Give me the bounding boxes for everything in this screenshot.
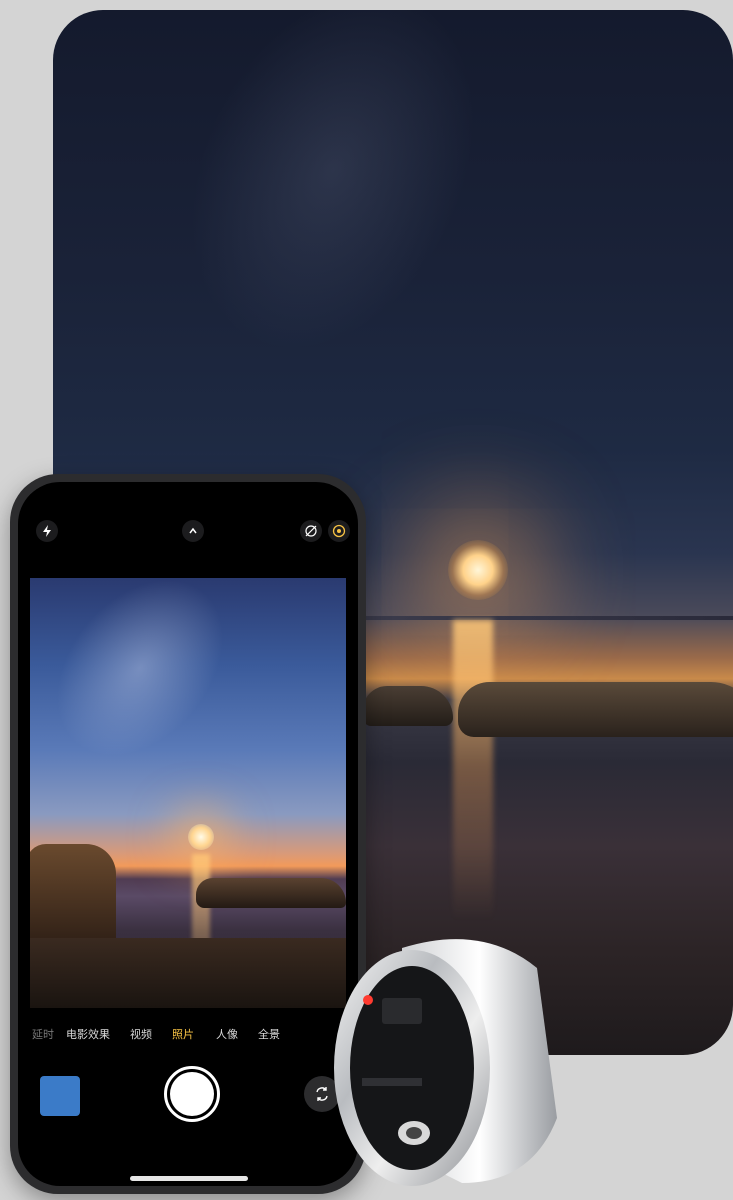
shutter-button[interactable] bbox=[164, 1066, 220, 1122]
mode-portrait[interactable]: 人像 bbox=[216, 1026, 238, 1042]
setting-sun bbox=[448, 540, 508, 600]
foreground-rocks bbox=[30, 938, 346, 1008]
shutter-inner bbox=[170, 1072, 214, 1116]
camera-top-controls bbox=[18, 520, 358, 550]
setting-sun bbox=[188, 824, 214, 850]
night-mode-icon[interactable] bbox=[328, 520, 350, 542]
rock bbox=[458, 682, 733, 737]
rock bbox=[363, 686, 453, 726]
chevron-up-icon[interactable] bbox=[182, 520, 204, 542]
mode-panorama[interactable]: 全景 bbox=[258, 1026, 280, 1042]
camera-mode-picker: 延时 电影效果 视频 照片 人像 全景 bbox=[18, 1026, 358, 1046]
mode-video[interactable]: 视频 bbox=[130, 1026, 152, 1042]
last-photo-thumbnail[interactable] bbox=[40, 1076, 80, 1116]
phone-device: 延时 电影效果 视频 照片 人像 全景 bbox=[10, 474, 366, 1194]
flash-icon[interactable] bbox=[36, 520, 58, 542]
sun-reflection bbox=[453, 620, 493, 920]
mode-timelapse[interactable]: 延时 bbox=[32, 1026, 54, 1042]
live-photo-off-icon[interactable] bbox=[300, 520, 322, 542]
milky-way bbox=[30, 578, 258, 790]
mode-cinematic[interactable]: 电影效果 bbox=[66, 1026, 110, 1042]
dynamic-island bbox=[126, 490, 250, 518]
rock bbox=[196, 878, 346, 908]
milky-way bbox=[134, 10, 532, 398]
mode-photo[interactable]: 照片 bbox=[172, 1026, 194, 1042]
home-indicator[interactable] bbox=[130, 1176, 248, 1181]
camera-viewfinder[interactable] bbox=[30, 578, 346, 1008]
smart-ring-image bbox=[334, 939, 557, 1186]
camera-app-screen: 延时 电影效果 视频 照片 人像 全景 bbox=[18, 482, 358, 1186]
